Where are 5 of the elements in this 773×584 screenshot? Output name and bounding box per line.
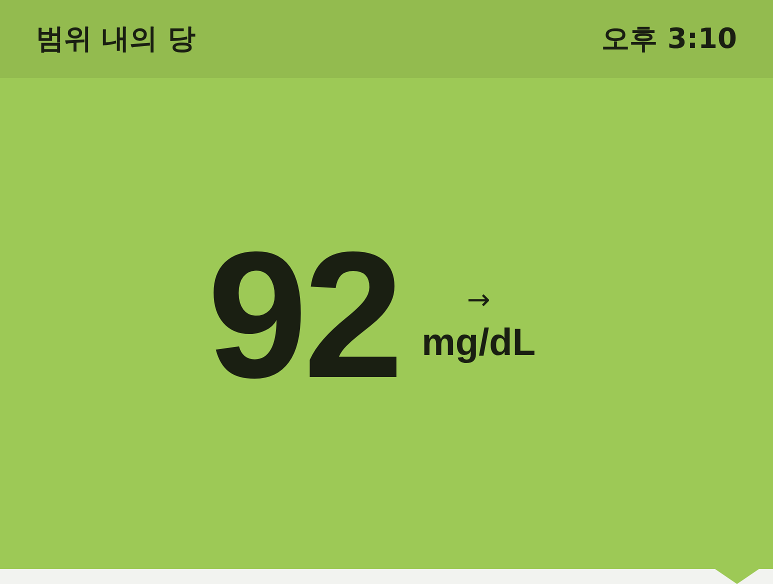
status-title: 범위 내의 당: [36, 21, 196, 57]
trend-arrow: →: [466, 286, 490, 314]
time-label: 오후 3:10: [602, 21, 737, 57]
glucose-value: 92: [207, 226, 400, 406]
unit-label: mg/dL: [422, 322, 536, 365]
